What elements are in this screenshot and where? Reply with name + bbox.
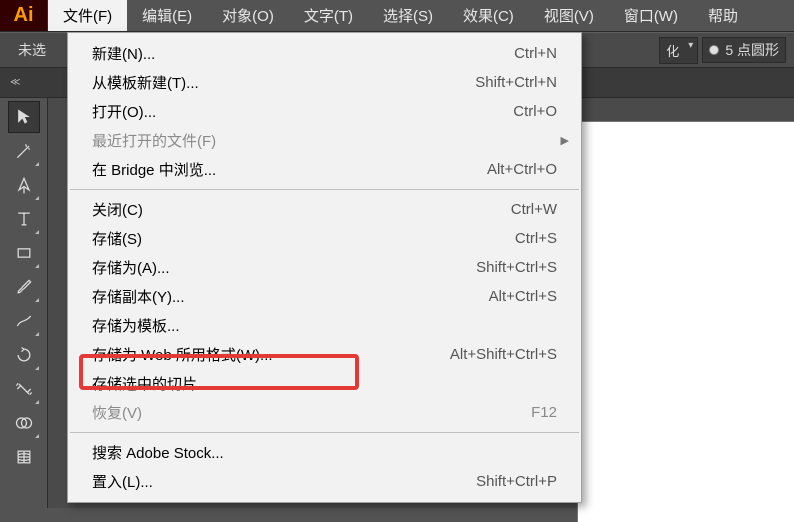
shape-builder-tool[interactable] [8, 407, 40, 439]
file-menu-item-7[interactable]: 存储(S)Ctrl+S [68, 224, 581, 253]
menu-item-shortcut: Shift+Ctrl+N [475, 74, 557, 91]
menu-item-shortcut: Ctrl+S [515, 230, 557, 247]
menu-item-shortcut: F12 [531, 404, 557, 421]
file-menu-item-10[interactable]: 存储为模板... [68, 311, 581, 340]
file-menu-item-16[interactable]: 置入(L)...Shift+Ctrl+P [68, 467, 581, 496]
menu-item-label: 存储(S) [92, 228, 515, 249]
stroke-profile-dropdown[interactable]: 5 点圆形 [702, 37, 786, 63]
stroke-dot-icon [709, 45, 719, 55]
file-menu-item-3: 最近打开的文件(F) ▶ [68, 126, 581, 155]
selection-status: 未选 [8, 40, 56, 60]
file-menu-item-6[interactable]: 关闭(C)Ctrl+W [68, 195, 581, 224]
menu-0[interactable]: 文件(F) [48, 0, 127, 31]
menu-4[interactable]: 选择(S) [368, 0, 448, 31]
menu-7[interactable]: 窗口(W) [609, 0, 693, 31]
menu-item-label: 打开(O)... [92, 101, 513, 122]
menu-1[interactable]: 编辑(E) [127, 0, 207, 31]
menu-item-shortcut: Alt+Shift+Ctrl+S [450, 346, 557, 363]
menu-item-shortcut: Ctrl+O [513, 103, 557, 120]
menu-item-shortcut: Ctrl+N [514, 45, 557, 62]
menu-separator [70, 432, 579, 433]
menu-2[interactable]: 对象(O) [207, 0, 289, 31]
menu-item-label: 新建(N)... [92, 43, 514, 64]
topbar: Ai 文件(F)编辑(E)对象(O)文字(T)选择(S)效果(C)视图(V)窗口… [0, 0, 794, 32]
menu-6[interactable]: 视图(V) [529, 0, 609, 31]
menu-item-shortcut: Alt+Ctrl+O [487, 161, 557, 178]
menu-8[interactable]: 帮助 [693, 0, 753, 31]
menu-item-label: 关闭(C) [92, 199, 511, 220]
menu-item-shortcut: Shift+Ctrl+P [476, 473, 557, 490]
menu-item-label: 存储选中的切片... [92, 373, 557, 394]
file-menu-item-1[interactable]: 从模板新建(T)...Shift+Ctrl+N [68, 68, 581, 97]
shaper-tool[interactable] [8, 305, 40, 337]
menu-item-label: 搜索 Adobe Stock... [92, 442, 557, 463]
menu-item-label: 存储为 Web 所用格式(W)... [92, 344, 450, 365]
menu-item-label: 从模板新建(T)... [92, 72, 475, 93]
file-menu-item-4[interactable]: 在 Bridge 中浏览...Alt+Ctrl+O [68, 155, 581, 184]
menu-3[interactable]: 文字(T) [289, 0, 368, 31]
menu-item-label: 最近打开的文件(F) [92, 130, 557, 151]
file-menu-item-2[interactable]: 打开(O)...Ctrl+O [68, 97, 581, 126]
rotate-tool[interactable] [8, 339, 40, 371]
menu-item-shortcut: Ctrl+W [511, 201, 557, 218]
selection-tool[interactable] [8, 101, 40, 133]
file-menu-dropdown: 新建(N)...Ctrl+N从模板新建(T)...Shift+Ctrl+N打开(… [67, 32, 582, 503]
type-tool[interactable] [8, 203, 40, 235]
menu-item-shortcut: Shift+Ctrl+S [476, 259, 557, 276]
menu-separator [70, 189, 579, 190]
menu-item-label: 存储为(A)... [92, 257, 476, 278]
file-menu-item-8[interactable]: 存储为(A)...Shift+Ctrl+S [68, 253, 581, 282]
file-menu-item-9[interactable]: 存储副本(Y)...Alt+Ctrl+S [68, 282, 581, 311]
app-icon: Ai [0, 0, 48, 31]
chevron-right-icon: ▶ [561, 134, 569, 147]
menu-item-label: 置入(L)... [92, 471, 476, 492]
file-menu-item-11[interactable]: 存储为 Web 所用格式(W)...Alt+Shift+Ctrl+S [68, 340, 581, 369]
stroke-label: 5 点圆形 [725, 40, 779, 60]
rectangle-tool[interactable] [8, 237, 40, 269]
artboard [578, 122, 794, 522]
tool-panel [0, 98, 48, 508]
mesh-tool[interactable] [8, 441, 40, 473]
menu-item-label: 在 Bridge 中浏览... [92, 159, 487, 180]
magic-wand-tool[interactable] [8, 135, 40, 167]
menubar: 文件(F)编辑(E)对象(O)文字(T)选择(S)效果(C)视图(V)窗口(W)… [48, 0, 753, 31]
width-tool[interactable] [8, 373, 40, 405]
tabbar-chevron-icon[interactable]: ≪ [4, 77, 26, 88]
menu-item-shortcut: Alt+Ctrl+S [489, 288, 557, 305]
menu-5[interactable]: 效果(C) [448, 0, 529, 31]
file-menu-item-15[interactable]: 搜索 Adobe Stock... [68, 438, 581, 467]
options-dropdown-1[interactable]: 化 [659, 37, 698, 64]
menu-item-label: 恢复(V) [92, 402, 531, 423]
paintbrush-tool[interactable] [8, 271, 40, 303]
menu-item-label: 存储副本(Y)... [92, 286, 489, 307]
menu-item-label: 存储为模板... [92, 315, 557, 336]
file-menu-item-12[interactable]: 存储选中的切片... [68, 369, 581, 398]
file-menu-item-0[interactable]: 新建(N)...Ctrl+N [68, 39, 581, 68]
file-menu-item-13: 恢复(V)F12 [68, 398, 581, 427]
pen-tool[interactable] [8, 169, 40, 201]
